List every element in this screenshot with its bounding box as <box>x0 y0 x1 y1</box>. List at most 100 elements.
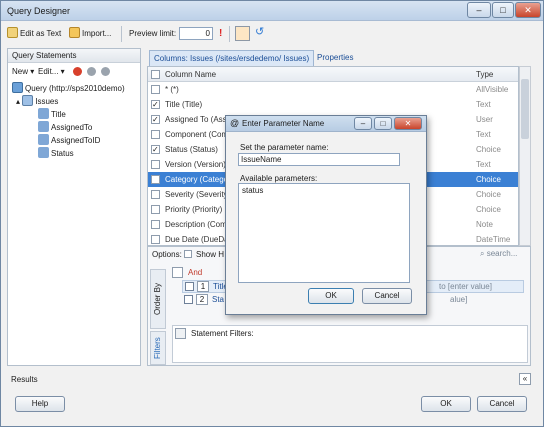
group-toggle[interactable] <box>172 267 183 278</box>
list-item[interactable]: status <box>242 186 263 195</box>
tree-node-field-label: AssignedToID <box>51 136 101 145</box>
row-type: Choice <box>476 190 501 199</box>
new-button[interactable]: New ▾ <box>12 67 34 76</box>
tree-node-field[interactable]: AssignedTo <box>38 121 92 134</box>
window-title: Query Designer <box>7 6 71 16</box>
preview-limit-input[interactable]: 0 <box>179 27 213 40</box>
field-icon <box>38 134 49 145</box>
available-parameters-list[interactable]: status <box>238 183 410 283</box>
grid-header: Column Name Type <box>148 67 518 82</box>
title-bar: Query Designer – □ ✕ <box>1 1 543 21</box>
import-button[interactable]: Import... <box>69 27 111 41</box>
tab-strip: Columns: Issues (/sites/ersdedemo/ Issue… <box>149 50 535 66</box>
tab-properties[interactable]: Properties <box>313 50 357 66</box>
close-button[interactable]: ✕ <box>515 2 541 18</box>
row-name: Version (Version) <box>165 160 226 169</box>
query-statements-header: Query Statements <box>8 49 140 63</box>
refresh-icon[interactable]: ↺ <box>255 25 264 39</box>
row-checkbox[interactable] <box>151 160 160 169</box>
statement-filter-toggle[interactable] <box>175 328 186 339</box>
row-checkbox[interactable] <box>151 175 160 184</box>
filter-value[interactable]: alue] <box>450 295 467 304</box>
query-statements-pane: Query Statements New ▾ Edit... ▾ Query (… <box>7 48 141 366</box>
row-checkbox[interactable] <box>151 97 160 112</box>
enter-parameter-dialog: @ Enter Parameter Name – □ ✕ Set the par… <box>225 115 427 315</box>
tree-node-field-label: Status <box>51 149 74 158</box>
and-operator[interactable]: And <box>188 268 202 277</box>
row-checkbox[interactable] <box>151 112 160 127</box>
dialog-title-bar: @ Enter Parameter Name – □ ✕ <box>226 116 426 132</box>
dialog-cancel-button[interactable]: Cancel <box>362 288 412 304</box>
tab-filters[interactable]: Filters <box>150 331 166 365</box>
toolbar-divider <box>121 26 122 42</box>
row-checkbox[interactable] <box>151 220 160 229</box>
toolbar-divider <box>229 26 230 42</box>
field-icon <box>38 108 49 119</box>
row-name: Status (Status) <box>165 145 218 154</box>
row-type: AllVisible <box>476 85 509 94</box>
dialog-close-button[interactable]: ✕ <box>394 117 422 130</box>
row-checkbox[interactable] <box>151 130 160 139</box>
row-checkbox[interactable] <box>151 142 160 157</box>
scroll-thumb[interactable] <box>521 79 529 139</box>
filter-checkbox[interactable] <box>185 282 194 291</box>
row-checkbox[interactable] <box>151 205 160 214</box>
tree-node-field-label: AssignedTo <box>51 123 93 132</box>
dialog-maximize-button[interactable]: □ <box>374 117 392 130</box>
move-up-icon[interactable] <box>87 67 96 76</box>
grid-scrollbar[interactable] <box>519 66 531 246</box>
move-down-icon[interactable] <box>101 67 110 76</box>
folder-icon <box>69 27 80 38</box>
search-label: search... <box>486 249 518 258</box>
execute-icon[interactable]: ! <box>219 27 222 41</box>
tree-node-field[interactable]: AssignedToID <box>38 134 100 147</box>
statement-tools: New ▾ Edit... ▾ <box>10 65 138 79</box>
database-icon <box>12 82 23 93</box>
field-icon <box>38 147 49 158</box>
minimize-button[interactable]: – <box>467 2 491 18</box>
cancel-button[interactable]: Cancel <box>477 396 527 412</box>
row-name: Severity (Severity) <box>165 190 231 199</box>
filter-checkbox[interactable] <box>184 295 193 304</box>
help-button[interactable]: Help <box>15 396 65 412</box>
show-checkbox[interactable] <box>184 250 192 258</box>
available-label: Available parameters: <box>240 174 318 183</box>
grid-row[interactable]: * (*) AllVisible <box>148 82 518 97</box>
dialog-minimize-button[interactable]: – <box>354 117 372 130</box>
show-label: Show H <box>196 250 225 259</box>
maximize-button[interactable]: □ <box>492 2 514 18</box>
tree-node-field-label: Title <box>51 110 66 119</box>
collapse-icon[interactable]: « <box>519 373 531 385</box>
toggle-filter-icon[interactable] <box>235 26 250 41</box>
row-type: User <box>476 115 493 124</box>
delete-icon[interactable] <box>73 67 82 76</box>
tree-node-issues[interactable]: ▴ Issues <box>16 95 58 108</box>
row-checkbox[interactable] <box>151 190 160 199</box>
search-link[interactable]: ⌕ search... <box>480 249 517 259</box>
row-name: Priority (Priority) <box>165 205 223 214</box>
filter-field[interactable]: Sta <box>212 295 224 304</box>
tree-node-query[interactable]: Query (http://sps2010demo) <box>12 82 125 95</box>
row-checkbox[interactable] <box>151 85 160 94</box>
type-header: Type <box>476 70 494 79</box>
edit-button[interactable]: Edit... ▾ <box>38 67 65 76</box>
ok-button[interactable]: OK <box>421 396 471 412</box>
tree-node-field[interactable]: Status <box>38 147 74 160</box>
row-name: Category (Categor <box>165 175 231 184</box>
row-checkbox[interactable] <box>151 235 160 244</box>
filter-value[interactable]: to [enter value] <box>439 282 492 291</box>
column-name-header: Column Name <box>165 70 217 79</box>
tree-node-issues-label: Issues <box>35 97 59 106</box>
grid-row[interactable]: Title (Title) Text <box>148 97 518 112</box>
row-type: Choice <box>476 175 501 184</box>
edit-as-text-button[interactable]: Edit as Text <box>7 27 61 41</box>
tree-node-field[interactable]: Title <box>38 108 66 121</box>
dialog-ok-button[interactable]: OK <box>308 288 354 304</box>
expand-icon[interactable]: ▴ <box>16 97 20 106</box>
tab-order-by[interactable]: Order By <box>150 269 166 329</box>
parameter-name-input[interactable]: IssueName <box>238 153 400 166</box>
filter-number: 1 <box>197 281 209 292</box>
select-all-checkbox[interactable] <box>151 70 160 79</box>
tab-columns[interactable]: Columns: Issues (/sites/ersdedemo/ Issue… <box>149 50 315 66</box>
row-type: Text <box>476 100 491 109</box>
